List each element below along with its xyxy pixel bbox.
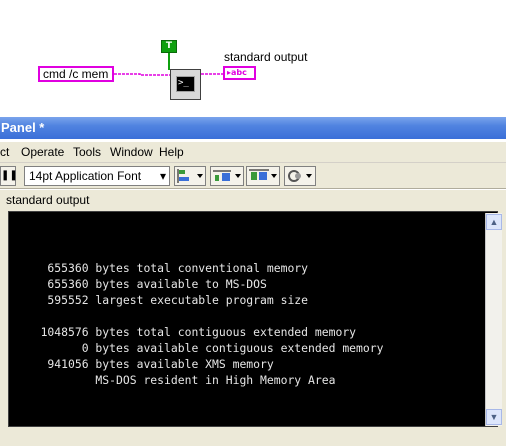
output-line: 941056 bytes available XMS memory (20, 357, 274, 371)
standard-output-textbox[interactable]: 655360 bytes total conventional memory 6… (8, 211, 502, 427)
menu-bar: ct Operate Tools Window Help (0, 142, 506, 162)
menu-item-tools[interactable]: Tools (73, 142, 101, 162)
string-wire (114, 73, 171, 76)
chevron-up-icon: ▲ (489, 217, 499, 227)
pause-button[interactable]: ❚❚ (0, 166, 18, 186)
block-diagram: cmd /c mem T >_ standard output ▸abc (0, 0, 506, 112)
font-select-value: 14pt Application Font (29, 169, 142, 183)
panel-title-bar[interactable]: Panel * (0, 117, 506, 139)
chevron-down-icon: ▼ (489, 412, 499, 422)
scroll-down-button[interactable]: ▼ (486, 409, 502, 425)
align-objects-button[interactable] (174, 166, 206, 186)
reorder-icon (288, 170, 312, 182)
standard-output-indicator-terminal[interactable]: ▸abc (223, 66, 256, 80)
distribute-objects-button[interactable] (210, 166, 244, 186)
resize-objects-icon (249, 169, 277, 180)
menu-item-help[interactable]: Help (159, 142, 184, 162)
system-exec-node[interactable]: >_ (170, 69, 201, 100)
menu-item-project[interactable]: ct (0, 142, 9, 162)
command-string-constant[interactable]: cmd /c mem (38, 66, 114, 82)
output-label: standard output (6, 193, 90, 207)
output-line: 0 bytes available contiguous extended me… (20, 341, 384, 355)
distribute-objects-icon (213, 170, 241, 181)
resize-objects-button[interactable] (246, 166, 280, 186)
indicator-label: standard output (224, 50, 308, 64)
font-select[interactable]: 14pt Application Font ▾ (24, 166, 170, 186)
reorder-button[interactable] (284, 166, 316, 186)
output-line: 595552 largest executable program size (20, 293, 309, 307)
output-line: 655360 bytes total conventional memory (20, 261, 309, 275)
pause-icon: ❚❚ (1, 170, 18, 181)
standard-output-text: 655360 bytes total conventional memory 6… (20, 244, 384, 388)
menu-item-operate[interactable]: Operate (21, 142, 64, 162)
output-line: 655360 bytes available to MS-DOS (20, 277, 267, 291)
output-line: MS-DOS resident in High Memory Area (20, 373, 336, 387)
terminal-icon: >_ (176, 76, 195, 92)
menu-item-window[interactable]: Window (110, 142, 153, 162)
wait-boolean-constant[interactable]: T (161, 40, 177, 53)
window-title: Panel * (1, 120, 45, 135)
toolbar: ❚❚ 14pt Application Font ▾ (0, 162, 506, 189)
align-objects-icon (177, 169, 203, 183)
scroll-up-button[interactable]: ▲ (486, 214, 502, 230)
chevron-down-icon: ▾ (159, 169, 166, 183)
output-line: 1048576 bytes total contiguous extended … (20, 325, 357, 339)
vertical-scrollbar[interactable]: ▲ ▼ (485, 213, 502, 426)
